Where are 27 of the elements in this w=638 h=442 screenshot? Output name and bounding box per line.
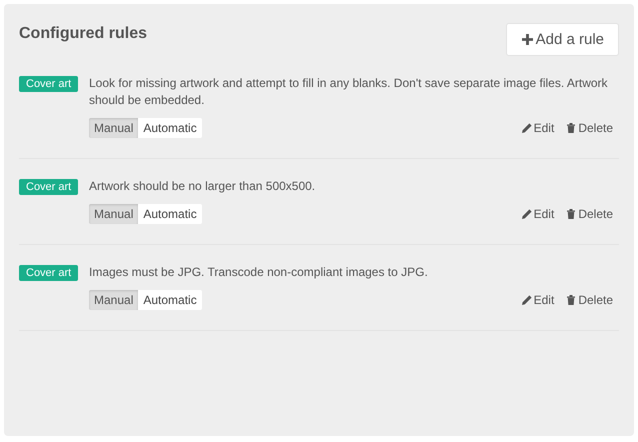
edit-link[interactable]: Edit xyxy=(522,121,554,135)
edit-link[interactable]: Edit xyxy=(522,293,554,307)
trash-icon xyxy=(566,209,576,219)
rule-description: Images must be JPG. Transcode non-compliant images to JPG. xyxy=(89,264,429,281)
trash-icon xyxy=(566,123,576,133)
category-tag: Cover art xyxy=(19,76,78,92)
mode-toggle[interactable]: Manual xyxy=(89,290,138,310)
mode-toggle[interactable]: Automatic xyxy=(138,118,202,138)
pencil-icon xyxy=(522,295,532,305)
mode-toggle[interactable]: Manual xyxy=(89,204,138,224)
pencil-icon xyxy=(522,123,532,133)
category-tag: Cover art xyxy=(19,265,78,281)
add-rule-button[interactable]: Add a rule xyxy=(506,23,619,56)
panel-title: Configured rules xyxy=(19,25,148,43)
rule-description: Artwork should be no larger than 500x500. xyxy=(89,178,316,195)
edit-link[interactable]: Edit xyxy=(522,207,554,221)
delete-link[interactable]: Delete xyxy=(566,207,613,221)
trash-icon xyxy=(566,295,576,305)
mode-toggle[interactable]: Automatic xyxy=(138,290,202,310)
plus-icon xyxy=(522,34,533,45)
rule-description: Look for missing artwork and attempt to fill in any blanks. Don't save separate image files. Artwork should be embedded. xyxy=(89,75,609,109)
delete-link[interactable]: Delete xyxy=(566,121,613,135)
pencil-icon xyxy=(522,209,532,219)
delete-link[interactable]: Delete xyxy=(566,293,613,307)
category-tag: Cover art xyxy=(19,179,78,195)
mode-toggle[interactable]: Manual xyxy=(89,118,138,138)
mode-toggle[interactable]: Automatic xyxy=(138,204,202,224)
